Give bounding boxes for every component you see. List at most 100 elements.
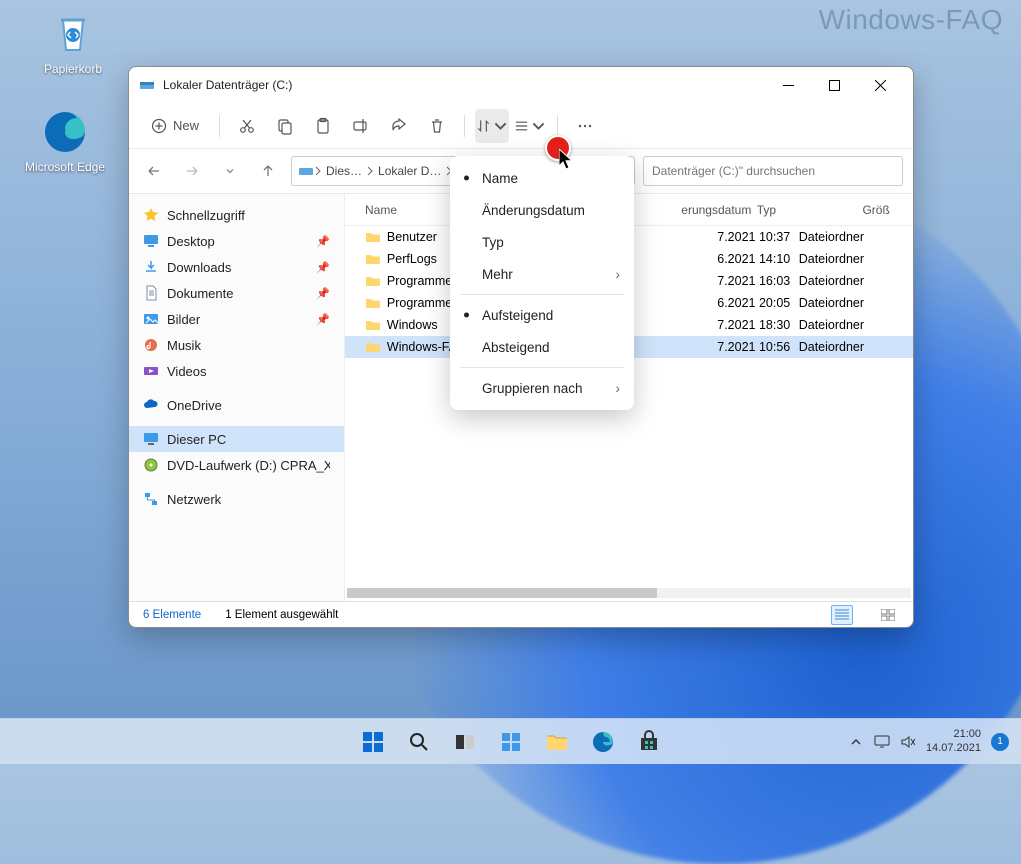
menu-separator bbox=[460, 294, 624, 295]
tray-overflow-button[interactable] bbox=[848, 734, 864, 750]
sort-menu-name[interactable]: Name bbox=[450, 162, 634, 194]
edge-taskbar-button[interactable] bbox=[583, 722, 623, 762]
breadcrumb-segment[interactable]: Lokaler D… bbox=[374, 164, 445, 178]
nav-up-button[interactable] bbox=[253, 156, 283, 186]
nav-forward-button[interactable] bbox=[177, 156, 207, 186]
sidebar-item-onedrive[interactable]: OneDrive bbox=[129, 392, 344, 418]
nav-recent-button[interactable] bbox=[215, 156, 245, 186]
cut-button[interactable] bbox=[230, 109, 264, 143]
menu-item-label: Änderungsdatum bbox=[482, 203, 585, 218]
pin-icon: 📌 bbox=[316, 235, 330, 248]
watermark-text: Windows-FAQ bbox=[819, 4, 1003, 36]
sidebar-item-label: Videos bbox=[167, 364, 207, 379]
cloud-icon bbox=[143, 397, 159, 413]
details-view-button[interactable] bbox=[831, 605, 853, 625]
monitor-icon bbox=[143, 431, 159, 447]
pin-icon: 📌 bbox=[316, 287, 330, 300]
rename-button[interactable] bbox=[344, 109, 378, 143]
details-view-icon bbox=[835, 609, 849, 621]
sort-menu-type[interactable]: Typ bbox=[450, 226, 634, 258]
share-button[interactable] bbox=[382, 109, 416, 143]
system-clock[interactable]: 21:00 14.07.2021 bbox=[926, 728, 981, 754]
sidebar-item-label: Netzwerk bbox=[167, 492, 221, 507]
minimize-button[interactable] bbox=[765, 70, 811, 100]
taskview-button[interactable] bbox=[445, 722, 485, 762]
scissors-icon bbox=[238, 117, 256, 135]
file-date: 6.2021 14:10 bbox=[649, 252, 798, 266]
paste-button[interactable] bbox=[306, 109, 340, 143]
sort-menu-ascending[interactable]: Aufsteigend bbox=[450, 299, 634, 331]
folder-icon bbox=[365, 295, 381, 311]
status-selected-count: 1 Element ausgewählt bbox=[225, 609, 338, 621]
view-button[interactable] bbox=[513, 109, 547, 143]
column-header-size[interactable]: Größ bbox=[862, 203, 913, 217]
notification-badge[interactable]: 1 bbox=[991, 733, 1009, 751]
plus-circle-icon bbox=[151, 118, 167, 134]
desktop-icon-recycle-bin[interactable]: Papierkorb bbox=[28, 10, 118, 76]
menu-item-label: Gruppieren nach bbox=[482, 381, 583, 396]
copy-button[interactable] bbox=[268, 109, 302, 143]
maximize-button[interactable] bbox=[811, 70, 857, 100]
file-date: 7.2021 10:37 bbox=[649, 230, 798, 244]
sidebar-item-videos[interactable]: Videos bbox=[129, 358, 344, 384]
taskbar[interactable]: 21:00 14.07.2021 1 bbox=[0, 718, 1021, 764]
share-icon bbox=[390, 117, 408, 135]
clock-date: 14.07.2021 bbox=[926, 742, 981, 755]
column-header-type[interactable]: Typ bbox=[757, 203, 863, 217]
column-header-date[interactable]: erungsdatum bbox=[613, 203, 756, 217]
chevron-up-icon bbox=[850, 736, 862, 748]
volume-tray-icon[interactable] bbox=[900, 734, 916, 750]
sidebar-item-downloads[interactable]: Downloads 📌 bbox=[129, 254, 344, 280]
toolbar-separator bbox=[557, 115, 558, 137]
desktop-icon-label: Microsoft Edge bbox=[20, 160, 110, 174]
search-box[interactable] bbox=[643, 156, 903, 186]
sidebar-item-documents[interactable]: Dokumente 📌 bbox=[129, 280, 344, 306]
sidebar-item-dvd[interactable]: DVD-Laufwerk (D:) CPRA_X64FRE bbox=[129, 452, 344, 478]
file-explorer-taskbar-button[interactable] bbox=[537, 722, 577, 762]
menu-item-label: Absteigend bbox=[482, 340, 550, 355]
chevron-right-icon: › bbox=[616, 267, 621, 282]
edge-icon bbox=[591, 730, 615, 754]
sidebar-item-quickaccess[interactable]: Schnellzugriff bbox=[129, 202, 344, 228]
new-button[interactable]: New bbox=[141, 114, 209, 138]
chevron-down-icon bbox=[225, 166, 235, 176]
ellipsis-icon bbox=[576, 117, 594, 135]
star-icon bbox=[143, 207, 159, 223]
start-button[interactable] bbox=[353, 722, 393, 762]
status-item-count: 6 Elemente bbox=[143, 609, 201, 621]
sidebar-item-network[interactable]: Netzwerk bbox=[129, 486, 344, 512]
store-taskbar-button[interactable] bbox=[629, 722, 669, 762]
arrow-right-icon bbox=[185, 164, 199, 178]
close-button[interactable] bbox=[857, 70, 903, 100]
sort-menu-more[interactable]: Mehr› bbox=[450, 258, 634, 290]
widgets-button[interactable] bbox=[491, 722, 531, 762]
menu-item-label: Name bbox=[482, 171, 518, 186]
folder-icon bbox=[545, 730, 569, 754]
sort-menu-descending[interactable]: Absteigend bbox=[450, 331, 634, 363]
search-taskbar-button[interactable] bbox=[399, 722, 439, 762]
sort-menu-date[interactable]: Änderungsdatum bbox=[450, 194, 634, 226]
sidebar-item-desktop[interactable]: Desktop 📌 bbox=[129, 228, 344, 254]
menu-separator bbox=[460, 367, 624, 368]
trash-icon bbox=[428, 117, 446, 135]
sort-dropdown-menu: Name Änderungsdatum Typ Mehr› Aufsteigen… bbox=[450, 156, 634, 410]
large-icons-view-button[interactable] bbox=[877, 605, 899, 625]
status-bar: 6 Elemente 1 Element ausgewählt bbox=[129, 601, 913, 627]
scrollbar-thumb[interactable] bbox=[347, 588, 657, 598]
breadcrumb-segment[interactable]: Dies… bbox=[322, 164, 366, 178]
search-input[interactable] bbox=[652, 164, 894, 178]
network-tray-icon[interactable] bbox=[874, 734, 890, 750]
sidebar-item-music[interactable]: Musik bbox=[129, 332, 344, 358]
sort-menu-groupby[interactable]: Gruppieren nach› bbox=[450, 372, 634, 404]
titlebar[interactable]: Lokaler Datenträger (C:) bbox=[129, 67, 913, 103]
delete-button[interactable] bbox=[420, 109, 454, 143]
sidebar-item-thispc[interactable]: Dieser PC bbox=[129, 426, 344, 452]
sort-button[interactable] bbox=[475, 109, 509, 143]
pin-icon: 📌 bbox=[316, 313, 330, 326]
more-button[interactable] bbox=[568, 109, 602, 143]
file-date: 7.2021 10:56 bbox=[649, 340, 798, 354]
nav-back-button[interactable] bbox=[139, 156, 169, 186]
desktop-icon-edge[interactable]: Microsoft Edge bbox=[20, 108, 110, 174]
horizontal-scrollbar[interactable] bbox=[345, 585, 913, 601]
sidebar-item-pictures[interactable]: Bilder 📌 bbox=[129, 306, 344, 332]
